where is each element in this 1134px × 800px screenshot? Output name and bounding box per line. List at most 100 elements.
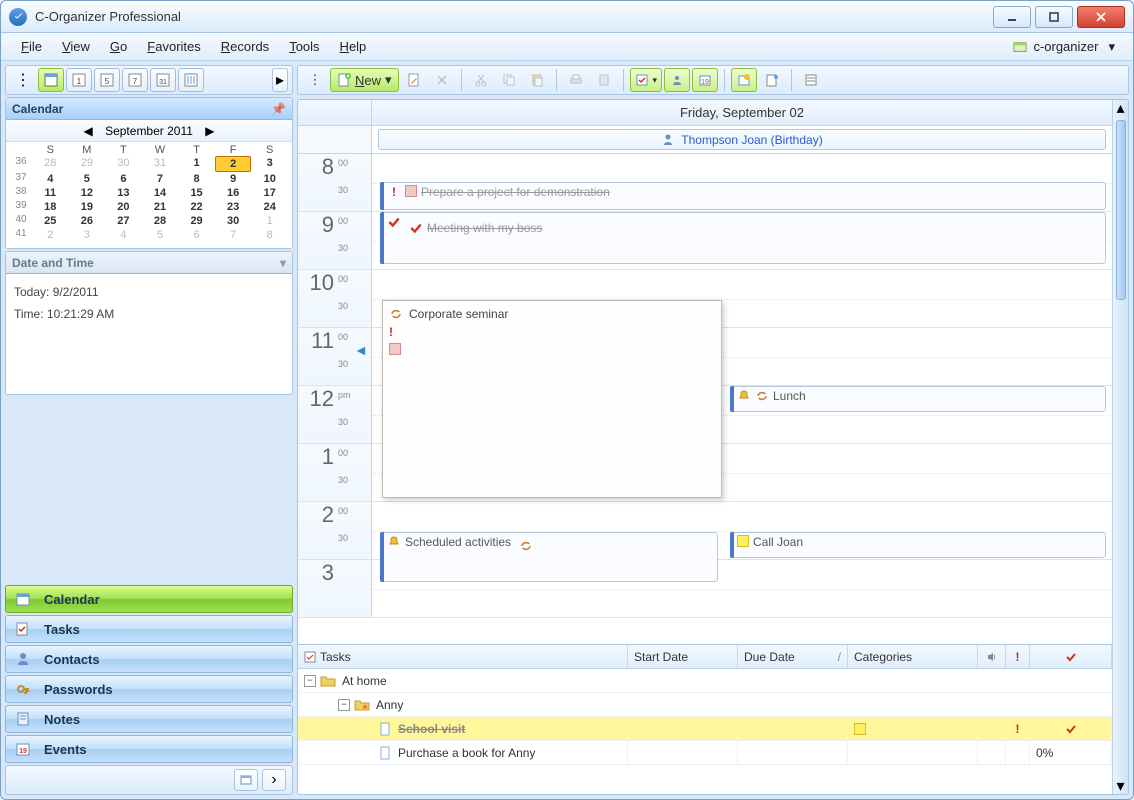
month-next-button[interactable]: ▶: [201, 123, 219, 139]
task-row[interactable]: School visit !: [298, 717, 1112, 741]
database-selector[interactable]: c-organizer ▾: [1005, 37, 1123, 57]
mini-day[interactable]: 1: [251, 214, 288, 228]
tasks-col-due[interactable]: Due Date/: [738, 645, 848, 668]
mini-day[interactable]: 24: [251, 200, 288, 214]
toolbar-grip[interactable]: ⋮: [302, 68, 328, 92]
mini-day[interactable]: 19: [69, 200, 106, 214]
view-year-button[interactable]: [178, 68, 204, 92]
mini-day[interactable]: 5: [69, 172, 106, 186]
mini-day[interactable]: 7: [142, 172, 179, 186]
mini-day[interactable]: 6: [178, 228, 215, 242]
mini-day[interactable]: 5: [142, 228, 179, 242]
sidebar-item-notes[interactable]: Notes: [5, 705, 293, 733]
mini-day[interactable]: 29: [69, 156, 106, 172]
allday-event[interactable]: Thompson Joan (Birthday): [378, 129, 1106, 150]
mini-day[interactable]: 4: [32, 172, 69, 186]
nav-config-button[interactable]: [234, 769, 258, 791]
vertical-scrollbar[interactable]: ▴ ▾: [1112, 100, 1128, 794]
menu-o[interactable]: Go: [100, 37, 137, 56]
mini-day[interactable]: 25: [32, 214, 69, 228]
mini-day[interactable]: 14: [142, 186, 179, 200]
sidebar-item-contacts[interactable]: Contacts: [5, 645, 293, 673]
sidebar-item-passwords[interactable]: Passwords: [5, 675, 293, 703]
view-month-button[interactable]: 31: [150, 68, 176, 92]
close-button[interactable]: [1077, 6, 1125, 28]
menu-ools[interactable]: Tools: [279, 37, 329, 56]
new-button[interactable]: New ▾: [330, 68, 399, 92]
mini-day[interactable]: 30: [105, 156, 142, 172]
sidebar-item-calendar[interactable]: Calendar: [5, 585, 293, 613]
paste-button[interactable]: [524, 68, 550, 92]
categories-button[interactable]: [759, 68, 785, 92]
calendar-event[interactable]: Call Joan: [732, 532, 1106, 558]
list-view-button[interactable]: [798, 68, 824, 92]
mini-day[interactable]: 8: [251, 228, 288, 242]
mini-day[interactable]: 28: [32, 156, 69, 172]
mini-day[interactable]: 29: [178, 214, 215, 228]
mini-day[interactable]: 11: [32, 186, 69, 200]
sidebar-item-events[interactable]: 19Events: [5, 735, 293, 763]
nav-expand-button[interactable]: ›: [262, 769, 286, 791]
tasks-col-done[interactable]: [1030, 645, 1112, 668]
view-week-button[interactable]: 7: [122, 68, 148, 92]
task-group-row[interactable]: − Anny: [298, 693, 1112, 717]
mini-day[interactable]: 13: [105, 186, 142, 200]
menu-avorites[interactable]: Favorites: [137, 37, 210, 56]
clipboard-button[interactable]: [591, 68, 617, 92]
mini-day[interactable]: 18: [32, 200, 69, 214]
mini-day[interactable]: 31: [142, 156, 179, 172]
menu-elp[interactable]: Help: [330, 37, 377, 56]
delete-button[interactable]: [429, 68, 455, 92]
view-workweek-button[interactable]: 5: [94, 68, 120, 92]
mini-day[interactable]: 10: [251, 172, 288, 186]
mini-day[interactable]: 7: [215, 228, 252, 242]
print-button[interactable]: [563, 68, 589, 92]
tasks-col-priority[interactable]: !: [1006, 645, 1030, 668]
mini-day[interactable]: 17: [251, 186, 288, 200]
tasks-col-title[interactable]: Tasks: [298, 645, 628, 668]
filter-events-button[interactable]: 19: [692, 68, 718, 92]
month-prev-button[interactable]: ◀: [79, 123, 97, 139]
maximize-button[interactable]: [1035, 6, 1073, 28]
mini-day[interactable]: 28: [142, 214, 179, 228]
tasks-col-categories[interactable]: Categories: [848, 645, 978, 668]
mini-day[interactable]: 2: [215, 156, 252, 172]
mini-day[interactable]: 27: [105, 214, 142, 228]
sidebar-item-tasks[interactable]: Tasks: [5, 615, 293, 643]
scroll-down-button[interactable]: ▾: [1113, 778, 1128, 794]
menu-ile[interactable]: File: [11, 37, 52, 56]
menu-iew[interactable]: View: [52, 37, 100, 56]
menu-ecords[interactable]: Records: [211, 37, 279, 56]
edit-button[interactable]: [401, 68, 427, 92]
calendar-event[interactable]: Scheduled activities: [382, 532, 718, 582]
month-label[interactable]: September 2011: [105, 124, 193, 138]
mini-day[interactable]: 21: [142, 200, 179, 214]
mini-day[interactable]: 9: [215, 172, 252, 186]
filter-tasks-button[interactable]: ▾: [630, 68, 663, 92]
time-grid[interactable]: 800309003010003011003012pm3010030200303◄…: [298, 154, 1112, 644]
mini-day[interactable]: 3: [251, 156, 288, 172]
scroll-up-button[interactable]: ▴: [1113, 100, 1128, 116]
toolbar-overflow-left[interactable]: ⋮: [10, 68, 36, 92]
mini-day[interactable]: 22: [178, 200, 215, 214]
tasks-col-alarm[interactable]: [978, 645, 1006, 668]
task-group-row[interactable]: − At home: [298, 669, 1112, 693]
view-day-button[interactable]: 1: [66, 68, 92, 92]
mini-day[interactable]: 8: [178, 172, 215, 186]
mini-day[interactable]: 30: [215, 214, 252, 228]
tasks-col-start[interactable]: Start Date: [628, 645, 738, 668]
mini-day[interactable]: 2: [32, 228, 69, 242]
mini-day[interactable]: 3: [69, 228, 106, 242]
mini-day[interactable]: 23: [215, 200, 252, 214]
task-row[interactable]: Purchase a book for Anny 0%: [298, 741, 1112, 765]
calendar-event[interactable]: Lunch: [732, 386, 1106, 412]
mini-day[interactable]: 15: [178, 186, 215, 200]
view-agenda-button[interactable]: [38, 68, 64, 92]
mini-day[interactable]: 4: [105, 228, 142, 242]
mini-day[interactable]: 6: [105, 172, 142, 186]
tree-toggle[interactable]: −: [338, 699, 350, 711]
calendar-event[interactable]: !Prepare a project for demonstration: [382, 182, 1106, 210]
mini-day[interactable]: 26: [69, 214, 106, 228]
copy-button[interactable]: [496, 68, 522, 92]
tree-toggle[interactable]: −: [304, 675, 316, 687]
